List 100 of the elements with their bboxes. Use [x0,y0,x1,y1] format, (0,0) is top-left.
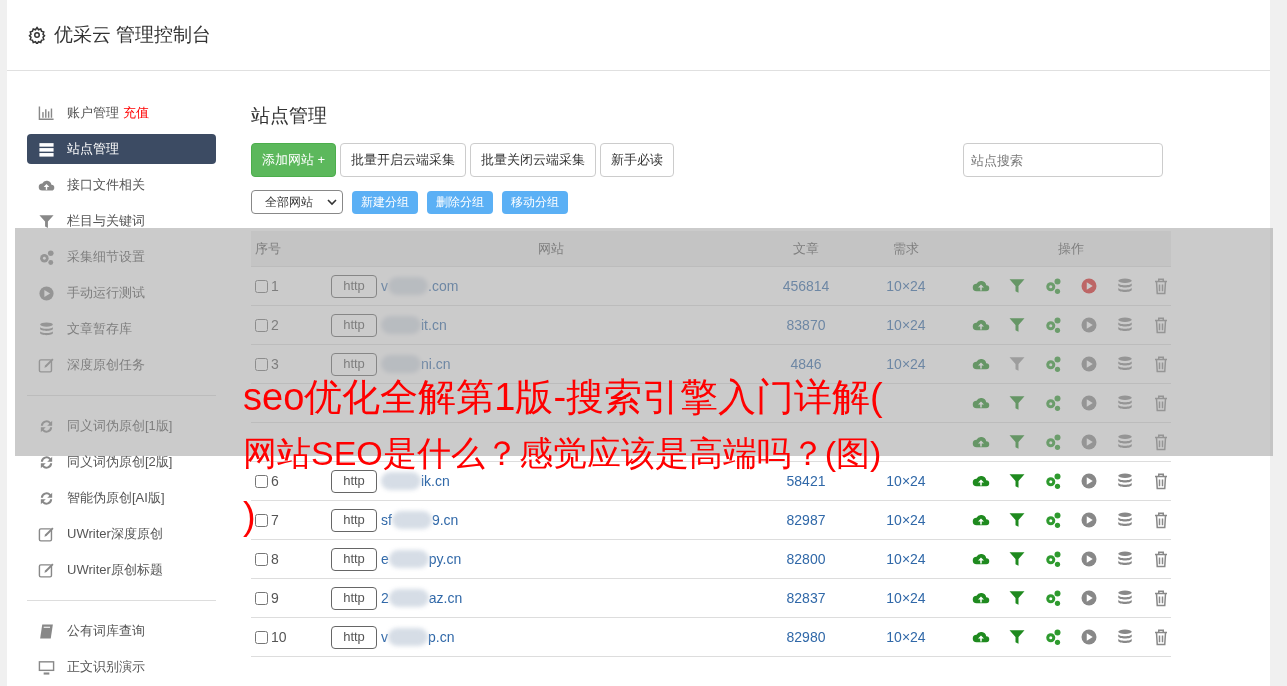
column-header: 操作 [1057,239,1085,258]
sidebar-item[interactable]: 站点管理 [27,134,216,164]
row-checkbox[interactable] [255,630,268,644]
bar-chart-icon [38,104,55,122]
play-icon[interactable] [1080,550,1098,568]
sidebar-item[interactable]: 智能伪原创[AI版] [27,483,216,513]
list-icon [38,140,55,158]
trash-icon[interactable] [1152,316,1170,334]
caret-icon [327,197,337,207]
column-header: 网站 [537,239,565,258]
filter-icon[interactable] [1008,550,1026,568]
play-icon[interactable] [1080,394,1098,412]
play-icon[interactable] [1080,433,1098,451]
database-icon[interactable] [1116,433,1134,451]
window-title: 优采云 管理控制台 [54,22,212,47]
page-title: 站点管理 [251,104,328,128]
play-icon[interactable] [1080,511,1098,529]
database-icon[interactable] [1116,628,1134,646]
database-icon[interactable] [1116,472,1134,490]
edit-icon [38,356,55,374]
gears-icon[interactable] [1044,472,1062,490]
gears-icon[interactable] [1044,511,1062,529]
trash-icon[interactable] [1152,355,1170,373]
row-checkbox[interactable] [255,279,268,293]
row-number: 3 [271,354,279,374]
row-checkbox[interactable] [255,513,268,527]
sidebar-item[interactable]: UWriter深度原创 [27,519,216,549]
recharge-link[interactable]: 充值 [123,103,149,123]
gears-icon[interactable] [1044,355,1062,373]
filter-icon[interactable] [1008,589,1026,607]
filter-icon[interactable] [1008,433,1026,451]
trash-icon[interactable] [1152,433,1170,451]
protocol-tag: http [331,586,377,610]
sidebar-item[interactable]: 账户管理 充值 [27,98,216,128]
row-checkbox[interactable] [255,318,268,332]
article-count: 82837 [785,588,827,608]
filter-icon[interactable] [1008,511,1026,529]
search-field[interactable]: 站点搜索 [963,143,1163,177]
filter-icon[interactable] [1008,394,1026,412]
sidebar-item[interactable]: 接口文件相关 [27,170,216,200]
refresh-icon [38,453,55,471]
gears-icon[interactable] [1044,628,1062,646]
play-icon[interactable] [1080,628,1098,646]
protocol-tag: http [331,508,377,532]
site-link[interactable]: sf 9.cn [381,509,459,531]
gears-icon[interactable] [1044,277,1062,295]
filter-icon[interactable] [1008,277,1026,295]
gears-icon[interactable] [1044,394,1062,412]
row-checkbox[interactable] [255,591,268,605]
sidebar-item[interactable]: 公有词库查询 [27,616,216,646]
site-link[interactable]: ik.cn [381,470,450,492]
sidebar-item[interactable]: UWriter原创标题 [27,555,216,585]
play-icon[interactable] [1080,316,1098,334]
play-icon[interactable] [1080,589,1098,607]
toolbar-button[interactable]: 批量关闭云端采集 [470,143,597,177]
article-count: 82980 [785,627,827,647]
site-link[interactable]: e py.cn [381,548,462,570]
gears-icon[interactable] [1044,316,1062,334]
trash-icon[interactable] [1152,589,1170,607]
toolbar-button[interactable]: 批量开启云端采集 [340,143,467,177]
gears-icon[interactable] [1044,589,1062,607]
gears-icon[interactable] [1044,433,1062,451]
filter-icon[interactable] [1008,472,1026,490]
trash-icon[interactable] [1152,628,1170,646]
row-checkbox[interactable] [255,474,268,488]
database-icon[interactable] [1116,589,1134,607]
gears-icon[interactable] [1044,550,1062,568]
database-icon[interactable] [1116,511,1134,529]
row-number: 9 [271,588,279,608]
demand-value: 10×24 [885,471,927,491]
trash-icon[interactable] [1152,472,1170,490]
group-select[interactable]: 全部网站 [251,190,343,214]
sidebar-item[interactable]: 同义词伪原创[2版] [27,447,216,477]
row-checkbox[interactable] [255,357,268,371]
database-icon[interactable] [1116,277,1134,295]
database-icon[interactable] [1116,550,1134,568]
demand-value: 10×24 [885,627,927,647]
sidebar-item[interactable]: 正文识别演示 [27,652,216,682]
trash-icon[interactable] [1152,550,1170,568]
trash-icon[interactable] [1152,511,1170,529]
row-number: 1 [271,276,279,296]
caption-text: ) [243,497,256,535]
database-icon[interactable] [1116,394,1134,412]
sidebar-item[interactable]: 栏目与关键词 [27,206,216,236]
database-icon[interactable] [1116,316,1134,334]
filter-icon[interactable] [1008,628,1026,646]
play-icon[interactable] [1080,355,1098,373]
trash-icon[interactable] [1152,394,1170,412]
site-link[interactable]: v p.cn [381,626,455,648]
database-icon[interactable] [1116,355,1134,373]
row-checkbox[interactable] [255,552,268,566]
refresh-icon [38,489,55,507]
site-link[interactable]: 2 az.cn [381,587,463,609]
toolbar-button[interactable]: 新手必读 [600,143,675,177]
play-icon[interactable] [1080,277,1098,295]
filter-icon[interactable] [1008,316,1026,334]
trash-icon[interactable] [1152,277,1170,295]
article-count: 456814 [781,276,831,296]
protocol-tag: http [331,625,377,649]
play-icon[interactable] [1080,472,1098,490]
